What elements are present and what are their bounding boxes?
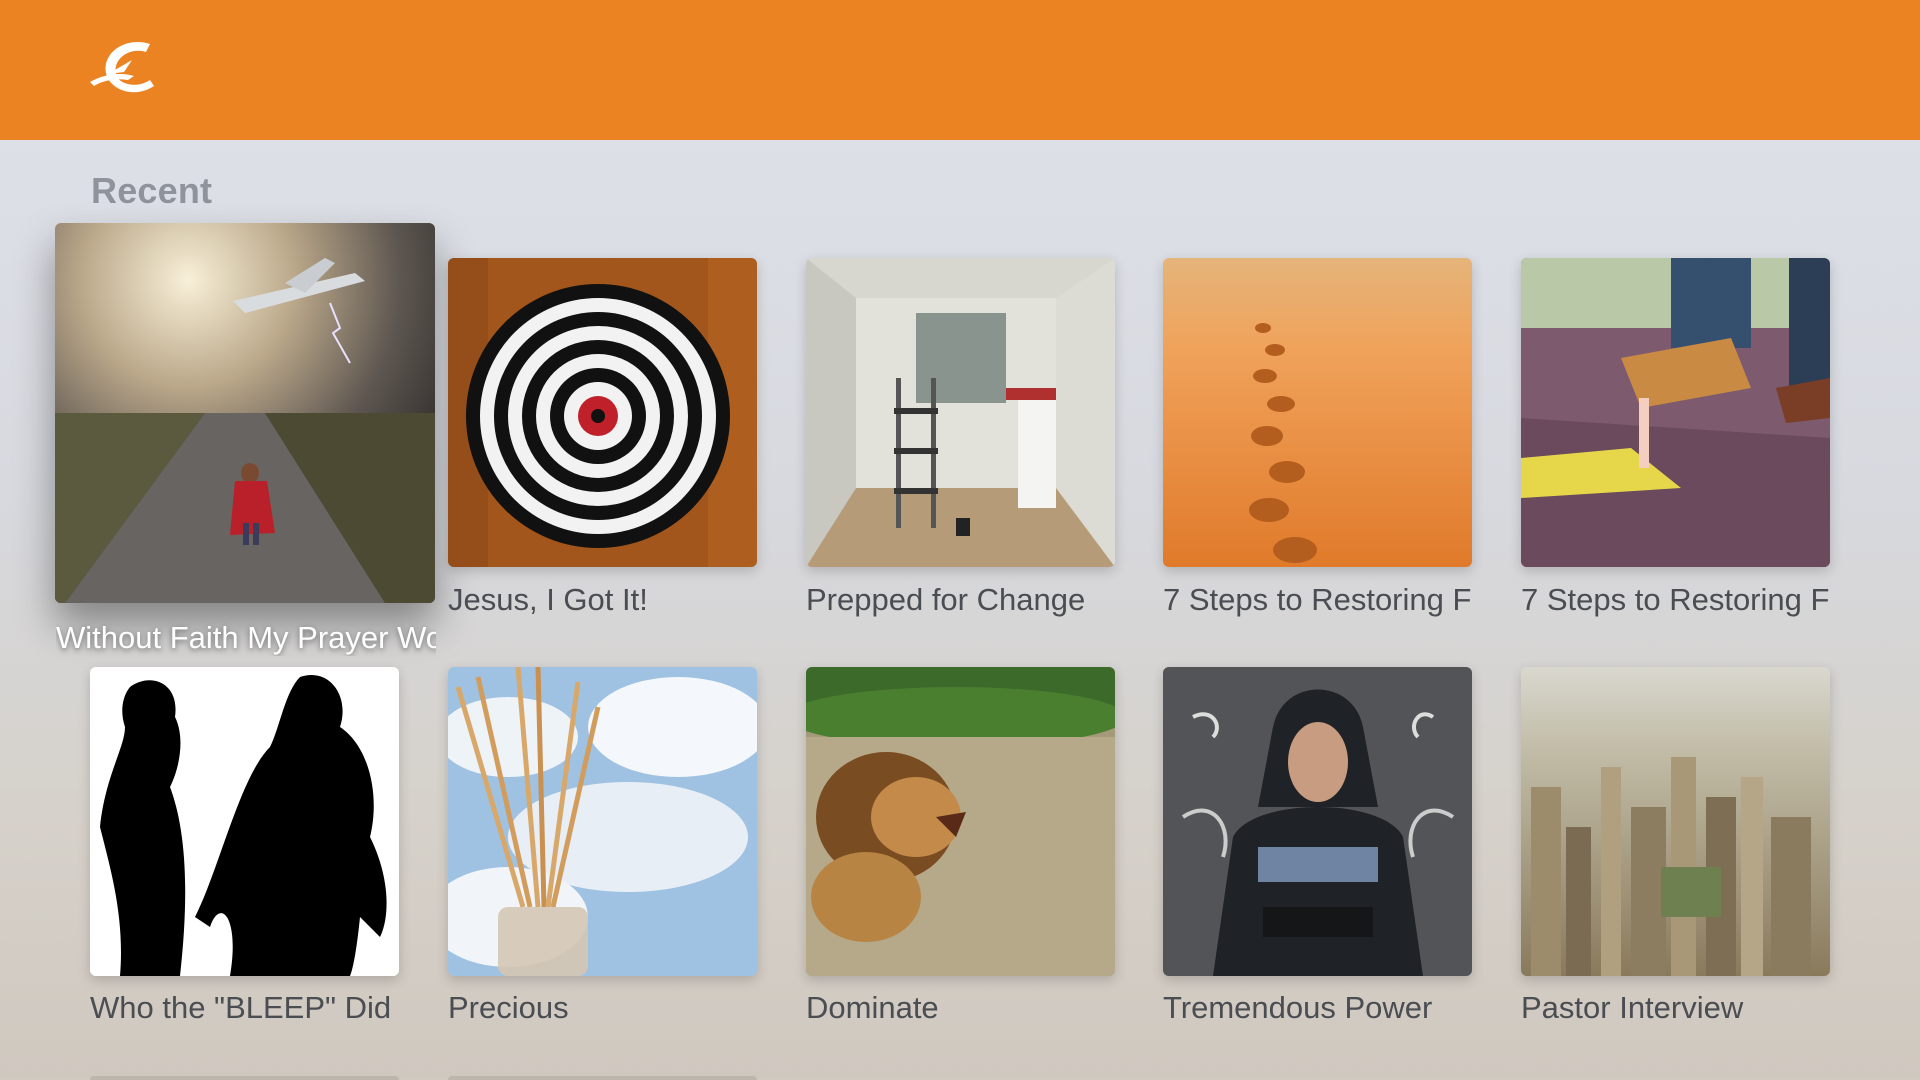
- silhouettes-image: [90, 667, 399, 976]
- media-title-3: 7 Steps to Restoring F: [1163, 582, 1472, 617]
- media-tile-peek-0[interactable]: [90, 1076, 399, 1080]
- gum-shoe-image: [1521, 258, 1830, 567]
- media-tile-2[interactable]: [806, 258, 1115, 567]
- media-tile-3[interactable]: [1163, 258, 1472, 567]
- media-title-8: Tremendous Power: [1163, 990, 1433, 1025]
- media-title-0: Without Faith My Prayer Wo: [56, 620, 436, 655]
- desert-footprints-image: [1163, 258, 1472, 567]
- media-tile-8[interactable]: [1163, 667, 1472, 976]
- media-tile-5[interactable]: [90, 667, 399, 976]
- media-tile-7[interactable]: [806, 667, 1115, 976]
- hooded-man-image: [1163, 667, 1472, 976]
- reed-diffuser-image: [448, 667, 757, 976]
- dartboard-image: [448, 258, 757, 567]
- media-tile-0[interactable]: [55, 223, 435, 603]
- lion-image: [806, 667, 1115, 976]
- top-bar: [0, 0, 1920, 140]
- storm-road-child-plane-image: [55, 223, 435, 603]
- media-tile-9[interactable]: [1521, 667, 1830, 976]
- media-tile-4[interactable]: [1521, 258, 1830, 567]
- media-title-7: Dominate: [806, 990, 939, 1025]
- section-title: Recent: [91, 170, 213, 211]
- media-title-2: Prepped for Change: [806, 582, 1086, 617]
- media-tile-1[interactable]: [448, 258, 757, 567]
- media-title-5: Who the "BLEEP" Did: [90, 990, 392, 1025]
- media-title-6: Precious: [448, 990, 569, 1025]
- media-title-4: 7 Steps to Restoring F: [1521, 582, 1830, 617]
- media-tile-peek-1[interactable]: [448, 1076, 757, 1080]
- church-c-logo-icon[interactable]: [88, 34, 168, 104]
- media-title-1: Jesus, I Got It!: [448, 582, 648, 617]
- media-title-9: Pastor Interview: [1521, 990, 1744, 1025]
- city-aerial-image: [1521, 667, 1830, 976]
- kitchen-renovation-image: [806, 258, 1115, 567]
- media-tile-6[interactable]: [448, 667, 757, 976]
